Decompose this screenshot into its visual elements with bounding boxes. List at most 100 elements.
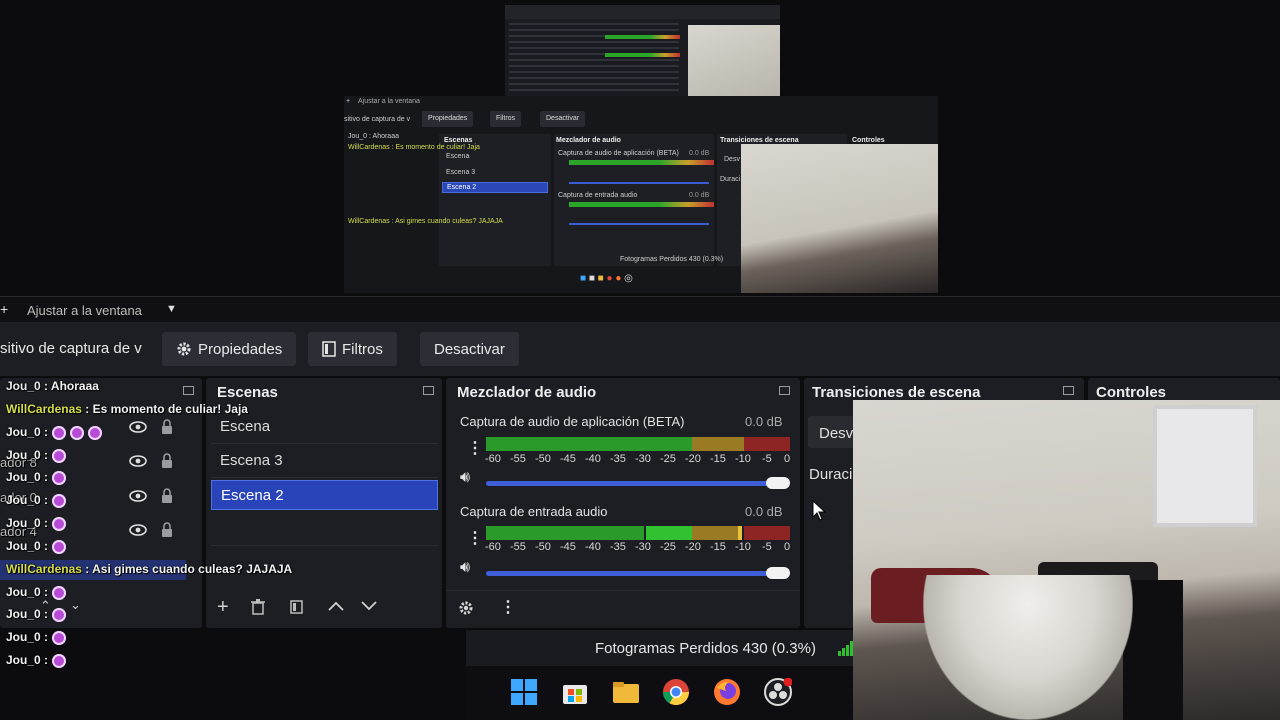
mini-scene: Escena 3 xyxy=(446,169,476,176)
chevron-down-icon[interactable] xyxy=(361,601,377,611)
mouse-cursor-icon xyxy=(812,500,826,521)
speaker-icon[interactable]: 🔊︎ xyxy=(460,469,470,487)
audio-channel-name: Captura de audio de aplicación (BETA) xyxy=(460,414,685,429)
wall-picture xyxy=(1153,405,1257,527)
controls-title: Controles xyxy=(1096,384,1167,401)
chevron-up-icon[interactable] xyxy=(328,601,344,611)
gear-icon[interactable] xyxy=(458,600,474,616)
mini-ch2: Captura de entrada audio xyxy=(558,192,638,199)
eye-icon[interactable] xyxy=(129,421,147,433)
microsoft-store-icon[interactable] xyxy=(561,678,589,706)
mini-taskbar: ■ ■ ■ ● ● ◎ xyxy=(580,273,633,284)
chat-message: Jou_0 : xyxy=(6,653,67,668)
dropped-frames-status: Fotogramas Perdidos 430 (0.3%) xyxy=(595,640,816,657)
mini-toolbar xyxy=(505,5,780,19)
filter-icon[interactable] xyxy=(290,600,303,614)
mini-filters: Filtros xyxy=(490,111,522,127)
mini-ch1: Captura de audio de aplicación (BETA) xyxy=(558,150,679,157)
add-scene-icon[interactable]: + xyxy=(217,596,229,619)
dock-popout-icon[interactable] xyxy=(1063,386,1074,395)
webcam-preview xyxy=(853,400,1280,720)
volume-slider-handle[interactable] xyxy=(766,567,790,579)
transitions-title: Transiciones de escena xyxy=(812,384,981,401)
audio-channel-db: 0.0 dB xyxy=(745,414,783,429)
scenes-title: Escenas xyxy=(217,384,278,401)
chat-message: Jou_0 : xyxy=(6,493,67,508)
windows-start-icon[interactable] xyxy=(510,678,538,706)
trash-icon[interactable] xyxy=(251,599,265,615)
chat-message: Jou_0 : xyxy=(6,630,67,645)
mini-duration: Duraci xyxy=(720,176,741,183)
mini-slider2 xyxy=(569,223,709,225)
properties-label: Propiedades xyxy=(198,340,283,358)
add-icon[interactable]: + xyxy=(0,301,8,317)
chrome-icon[interactable] xyxy=(662,678,690,706)
mini-frames: Fotogramas Perdidos 430 (0.3%) xyxy=(620,256,724,263)
obs-screen: + Ajustar a la ventana sitivo de captura… xyxy=(0,0,1280,720)
dock-popout-icon[interactable] xyxy=(779,386,790,395)
firefox-icon[interactable] xyxy=(713,678,741,706)
mini-transitions-title: Transiciones de escena xyxy=(720,137,799,144)
divider xyxy=(211,545,438,546)
mini-db2: 0.0 dB xyxy=(689,192,710,199)
lock-icon[interactable] xyxy=(161,419,173,435)
channel-menu-icon[interactable]: ⋮ xyxy=(467,528,483,548)
mini-webcam xyxy=(688,25,780,97)
chat-message: Jou_0 : xyxy=(6,516,67,531)
filters-label: Filtros xyxy=(342,340,383,358)
zoom-dropdown-caret-icon[interactable]: ▼ xyxy=(166,303,177,315)
preview-toolbar: + Ajustar a la ventana ▼ xyxy=(0,296,1280,322)
lock-icon[interactable] xyxy=(161,488,173,504)
volume-slider-handle[interactable] xyxy=(766,477,790,489)
divider xyxy=(211,477,438,478)
source-down-icon[interactable]: ⌄ xyxy=(70,597,81,613)
dock-popout-icon[interactable] xyxy=(183,386,194,395)
selected-source-name: sitivo de captura de v xyxy=(0,340,142,357)
chat-message: WillCardenas : Es momento de culiar! Jaj… xyxy=(6,402,248,416)
mini-meter xyxy=(605,35,680,39)
eye-icon[interactable] xyxy=(129,524,147,536)
file-explorer-icon[interactable] xyxy=(612,678,640,706)
filters-button[interactable]: Filtros xyxy=(308,332,397,366)
chat-message: Jou_0 : xyxy=(6,448,67,463)
zoom-fit-label[interactable]: Ajustar a la ventana xyxy=(27,303,142,318)
chat-message: WillCardenas : Asi gimes cuando culeas? … xyxy=(6,562,293,576)
volume-slider[interactable] xyxy=(486,481,782,486)
mini-source-name: sitivo de captura de v xyxy=(344,116,411,123)
mini-plus: + xyxy=(346,98,351,105)
filter-icon xyxy=(322,341,336,357)
mini-webcam xyxy=(741,144,938,293)
scene-item-selected[interactable]: Escena 2 xyxy=(211,480,438,510)
speaker-icon[interactable]: 🔊︎ xyxy=(460,559,470,577)
deactivate-button[interactable]: Desactivar xyxy=(420,332,519,366)
mini-deactivate: Desactivar xyxy=(540,111,586,127)
scene-item[interactable]: Escena xyxy=(211,412,438,442)
mini-chat: WillCardenas : Asi gimes cuando culeas? … xyxy=(348,218,503,225)
mini-desv: Desv xyxy=(724,156,740,163)
volume-slider[interactable] xyxy=(486,571,782,576)
dock-popout-icon[interactable] xyxy=(423,386,434,395)
chat-message: Jou_0 : Ahoraaa xyxy=(6,379,99,393)
eye-icon[interactable] xyxy=(129,490,147,502)
chat-message: Jou_0 : xyxy=(6,585,67,600)
scene-item[interactable]: Escena 3 xyxy=(211,446,438,476)
mini-scene: Escena 2 xyxy=(447,184,477,191)
lock-icon[interactable] xyxy=(161,522,173,538)
mini-fit-label: Ajustar a la ventana xyxy=(358,98,420,105)
eye-icon[interactable] xyxy=(129,455,147,467)
chat-message: Jou_0 : xyxy=(6,425,103,440)
channel-menu-icon[interactable]: ⋮ xyxy=(467,438,483,458)
connection-signal-icon xyxy=(838,640,854,656)
properties-button[interactable]: Propiedades xyxy=(162,332,297,366)
audio-channel-db: 0.0 dB xyxy=(745,504,783,519)
recursive-preview-small xyxy=(505,5,780,97)
mini-chat: WillCardenas : Es momento de culiar! Jaj… xyxy=(348,144,480,151)
chat-message: Jou_0 : xyxy=(6,539,67,554)
mini-meter2 xyxy=(569,202,714,207)
source-context-bar: sitivo de captura de v Propiedades Filtr… xyxy=(0,322,1280,376)
lock-icon[interactable] xyxy=(161,453,173,469)
mini-chat: Jou_0 : Ahoraaa xyxy=(348,133,399,140)
mixer-menu-icon[interactable]: ⋮ xyxy=(500,597,516,617)
chat-message: Jou_0 : xyxy=(6,470,67,485)
obs-studio-icon[interactable] xyxy=(764,678,792,706)
